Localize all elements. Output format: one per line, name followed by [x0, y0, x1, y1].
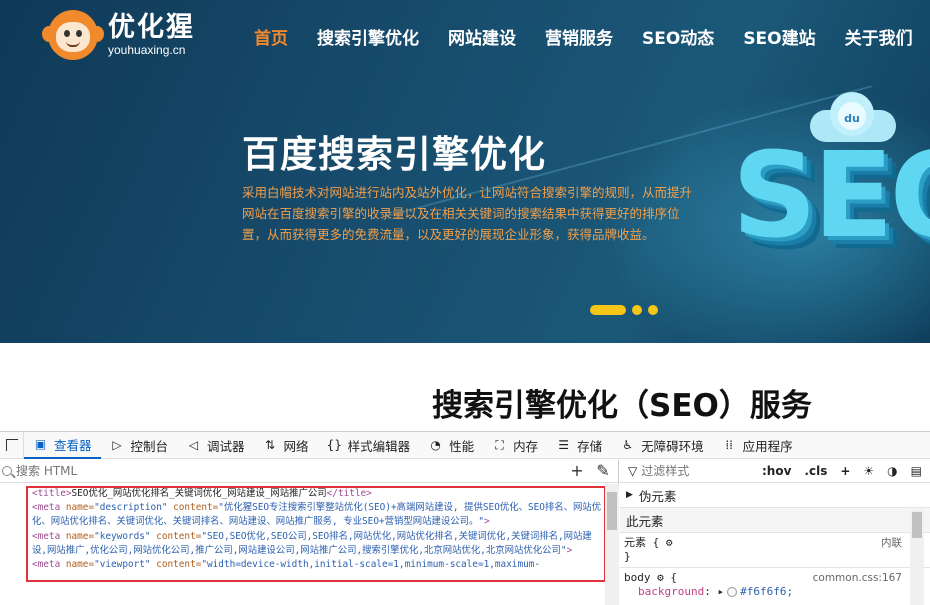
rules-view: ▽ :hov .cls + ☀ ◑ ▤ ▶伪元素 此元素 元素 { ⚙ 内联 }: [620, 460, 930, 605]
html-node-meta-description[interactable]: <meta name="description" content="优化猩SEO…: [32, 501, 604, 529]
seo-3d-illustration: du SEO: [720, 92, 930, 292]
pseudo-elements-section[interactable]: ▶ 伪元素: [620, 483, 930, 508]
add-node-icon[interactable]: +: [568, 463, 586, 479]
html-search-bar: + ✎: [0, 460, 618, 483]
logo-title: 优化猩: [108, 12, 195, 43]
element-rule[interactable]: 元素 { ⚙ 内联 }: [620, 533, 930, 567]
markup-view: + ✎ <title>SEO优化_网站优化排名_关键词优化_网站建设_网站推广公…: [0, 460, 619, 605]
application-icon: ⁞⁞: [725, 437, 733, 452]
this-element-section: 此元素: [620, 508, 930, 533]
seo-3d-text: SEO: [732, 126, 930, 264]
nav-seo-news[interactable]: SEO动态: [642, 24, 714, 49]
tab-performance[interactable]: ◔ 性能: [419, 432, 483, 459]
inspector-icon: ▣: [34, 436, 47, 451]
color-swatch[interactable]: [727, 587, 738, 597]
tab-console[interactable]: ▷ 控制台: [101, 432, 178, 459]
carousel-dot-3[interactable]: [648, 305, 658, 315]
logo-domain: youhuaxing.cn: [108, 43, 186, 57]
rule-options-icon[interactable]: ⚙: [666, 536, 673, 549]
nav-seo[interactable]: 搜索引擎优化: [317, 24, 419, 49]
devtools-toolbar: ▣ 查看器 ▷ 控制台 ◁ 调试器 ⇅ 网络 {} 样式编辑器 ◔ 性能 ⛶ 内存 ☰ 存储 ♿…: [0, 431, 930, 459]
hero-description: 采用白帽技术对网站进行站内及站外优化，让网站符合搜索引擎的规则，从而提升网站在百…: [242, 185, 693, 242]
tab-inspector[interactable]: ▣ 查看器: [24, 432, 101, 459]
storage-icon: ☰: [558, 437, 569, 452]
rule-options-icon[interactable]: ⚙: [657, 571, 664, 584]
console-icon: ▷: [112, 437, 122, 452]
nav-seo-site[interactable]: SEO建站: [743, 24, 815, 49]
element-picker-icon[interactable]: [0, 431, 24, 459]
light-theme-icon[interactable]: ☀: [863, 464, 874, 478]
style-editor-icon: {}: [326, 437, 342, 452]
carousel-dot-2[interactable]: [632, 305, 642, 315]
html-node-meta-keywords[interactable]: <meta name="keywords" content="SEO,SEO优化…: [32, 530, 604, 558]
body-rule[interactable]: body ⚙ { common.css:167 background: ▸ #f6…: [620, 567, 930, 602]
tab-accessibility[interactable]: ♿ 无障碍环境: [611, 432, 713, 459]
markup-scrollbar[interactable]: [605, 484, 619, 605]
network-icon: ⇅: [265, 437, 276, 452]
tab-storage[interactable]: ☰ 存储: [547, 432, 611, 459]
rules-scrollbar[interactable]: [910, 510, 924, 605]
html-node-meta-viewport[interactable]: <meta name="viewport" content="width=dev…: [32, 558, 604, 572]
site-logo[interactable]: 优化猩 youhuaxing.cn: [42, 8, 195, 62]
screenshot: 优化猩 youhuaxing.cn 首页 搜索引擎优化 网站建设 营销服务 SE…: [0, 0, 930, 605]
nav-about[interactable]: 关于我们: [845, 24, 913, 49]
stylesheet-link[interactable]: common.css:167: [813, 571, 902, 585]
nav-home[interactable]: 首页: [254, 24, 288, 49]
tab-network[interactable]: ⇅ 网络: [254, 432, 318, 459]
debugger-icon: ◁: [188, 437, 199, 452]
html-node-title[interactable]: <title>SEO优化_网站优化排名_关键词优化_网站建设_网站推广公司</t…: [32, 487, 604, 501]
dark-theme-icon[interactable]: ◑: [887, 464, 897, 478]
html-search-input[interactable]: [16, 464, 516, 478]
carousel-dot-1[interactable]: [590, 305, 626, 315]
hover-states-toggle[interactable]: :hov: [762, 464, 791, 478]
hero-title: 百度搜索引擎优化: [242, 133, 546, 176]
hero-banner: 优化猩 youhuaxing.cn 首页 搜索引擎优化 网站建设 营销服务 SE…: [0, 0, 930, 343]
memory-icon: ⛶: [495, 437, 504, 452]
monkey-logo-icon: [42, 8, 104, 62]
devtools-panel: ▣ 查看器 ▷ 控制台 ◁ 调试器 ⇅ 网络 {} 样式编辑器 ◔ 性能 ⛶ 内存 ☰ 存储 ♿…: [0, 431, 930, 605]
inline-label: 内联: [881, 537, 902, 549]
filter-icon: ▽: [628, 464, 638, 478]
accessibility-icon: ♿: [622, 437, 633, 452]
eyedropper-icon[interactable]: ✎: [594, 463, 612, 479]
html-tree: <title>SEO优化_网站优化排名_关键词优化_网站建设_网站推广公司</t…: [0, 483, 606, 582]
section-title: 搜索引擎优化（SEO）服务: [432, 388, 812, 424]
rules-filter-bar: ▽ :hov .cls + ☀ ◑ ▤: [620, 460, 930, 483]
tab-memory[interactable]: ⛶ 内存: [483, 432, 547, 459]
print-media-icon[interactable]: ▤: [911, 464, 922, 478]
main-nav: 首页 搜索引擎优化 网站建设 营销服务 SEO动态 SEO建站 关于我们: [254, 24, 930, 49]
filter-styles-input[interactable]: [641, 464, 732, 478]
tab-style-editor[interactable]: {} 样式编辑器: [318, 432, 420, 459]
nav-web-building[interactable]: 网站建设: [448, 24, 516, 49]
performance-icon: ◔: [430, 437, 441, 452]
tab-debugger[interactable]: ◁ 调试器: [177, 432, 254, 459]
carousel-indicators: [590, 305, 664, 315]
nav-marketing[interactable]: 营销服务: [545, 24, 613, 49]
classes-toggle[interactable]: .cls: [804, 464, 827, 478]
search-icon: [2, 466, 12, 476]
add-rule-icon[interactable]: +: [840, 464, 850, 478]
tab-application[interactable]: ⁞⁞ 应用程序: [713, 432, 802, 459]
expand-triangle-icon: ▶: [626, 490, 633, 500]
